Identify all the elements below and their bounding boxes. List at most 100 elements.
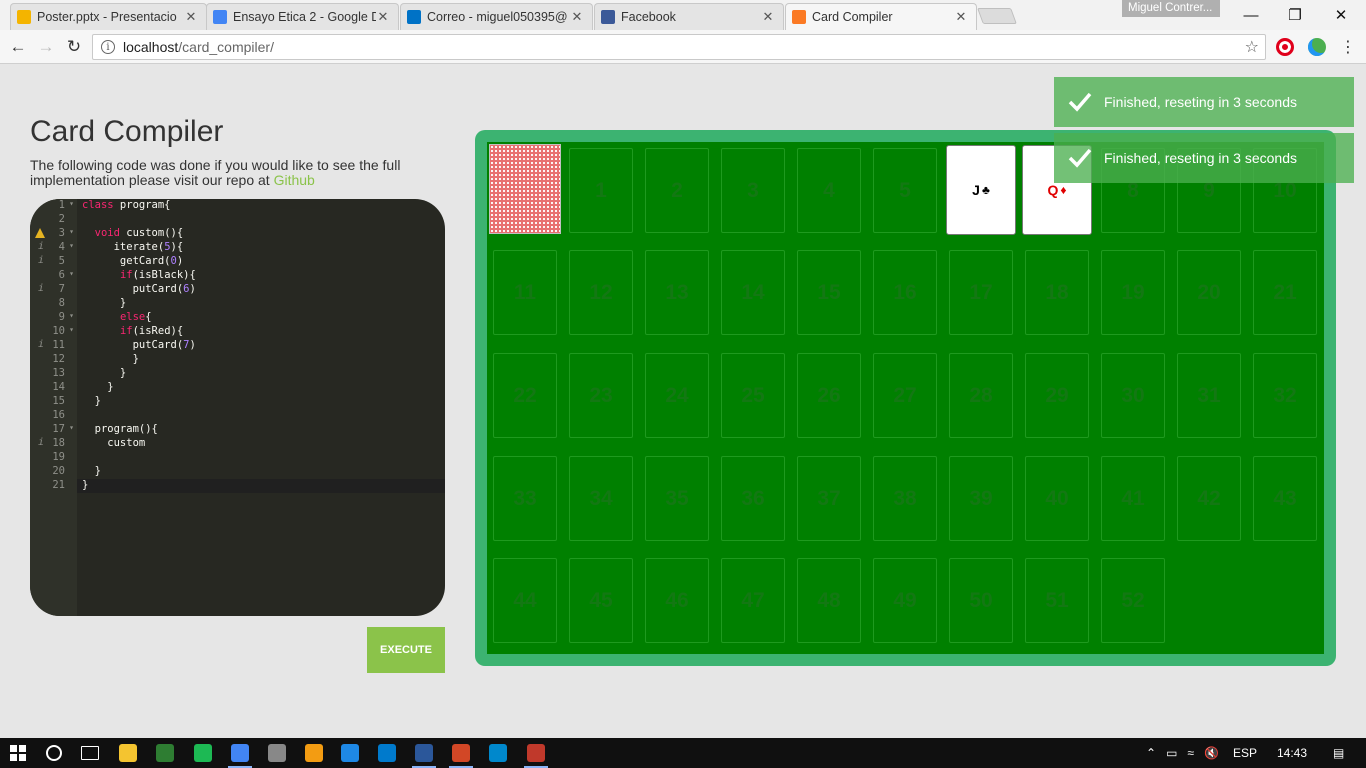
card-slot[interactable]: 48 [797,558,861,643]
card-slot[interactable]: 31 [1177,353,1241,438]
card-slot[interactable]: 35 [645,456,709,541]
fold-toggle-icon[interactable]: ▾ [69,241,74,250]
code-line[interactable]: custom [82,437,145,451]
card-slot[interactable]: 46 [645,558,709,643]
gutter-line[interactable]: 17 ▾ [30,423,77,437]
bookmark-star-icon[interactable]: ☆ [1245,37,1259,57]
tab-close-icon[interactable]: ✕ [184,9,198,25]
card-slot[interactable]: 39 [949,456,1013,541]
code-line[interactable]: } [82,353,139,367]
card-slot[interactable]: 22 [493,353,557,438]
windows-start-icon[interactable] [10,745,26,761]
info-icon[interactable]: i [101,40,115,54]
code-line[interactable]: else{ [82,311,152,325]
code-editor[interactable]: 1 ▾ 2 3 ▾ 4 ▾ i 5 i 6 ▾ 7 i 8 9 ▾ 10 ▾ 11 i 12 13 14 15 16 17 ▾ 18 i 1… [30,199,445,616]
card-slot[interactable]: 3 [721,148,785,233]
card-slot[interactable]: 24 [645,353,709,438]
gutter-line[interactable]: 8 [30,297,77,311]
card-slot[interactable]: 20 [1177,250,1241,335]
gutter-line[interactable]: 11 i [30,339,77,353]
wifi-icon[interactable]: ≈ [1187,746,1194,760]
card-slot[interactable]: 33 [493,456,557,541]
card-slot[interactable]: 49 [873,558,937,643]
tab-3[interactable]: Correo - miguel050395@ ✕ [400,3,593,30]
fold-toggle-icon[interactable]: ▾ [69,325,74,334]
address-bar[interactable]: i localhost/card_compiler/ ☆ [92,34,1266,60]
code-line[interactable]: } [82,367,126,381]
code-line[interactable]: if(isRed){ [82,325,183,339]
file-explorer-icon[interactable] [119,744,137,762]
playing-card[interactable]: J ♣ [946,145,1016,235]
card-slot[interactable]: 41 [1101,456,1165,541]
vscode-icon[interactable] [378,744,396,762]
card-slot[interactable]: 44 [493,558,557,643]
card-slot[interactable]: 47 [721,558,785,643]
code-line[interactable]: void custom(){ [82,227,184,241]
battery-icon[interactable]: ▭ [1166,746,1177,760]
minimize-icon[interactable]: — [1228,0,1274,30]
chrome-icon[interactable] [231,744,249,762]
card-slot[interactable]: 11 [493,250,557,335]
card-slot[interactable]: 1 [569,148,633,233]
card-slot[interactable]: 14 [721,250,785,335]
tab-4[interactable]: Facebook ✕ [594,3,784,30]
menu-icon[interactable]: ⋮ [1336,35,1360,59]
volume-muted-icon[interactable]: 🔇 [1204,746,1219,760]
card-slot[interactable]: 12 [569,250,633,335]
card-slot[interactable]: 30 [1101,353,1165,438]
code-line[interactable]: if(isBlack){ [82,269,196,283]
code-line[interactable]: } [82,395,101,409]
reload-icon[interactable]: ↻ [62,35,86,59]
task-view-icon[interactable] [81,746,99,760]
card-slot[interactable]: 13 [645,250,709,335]
fold-toggle-icon[interactable]: ▾ [69,423,74,432]
fold-toggle-icon[interactable]: ▾ [69,227,74,236]
gutter-line[interactable]: 6 ▾ [30,269,77,283]
search-icon[interactable] [46,745,62,761]
execute-button[interactable]: EXECUTE [367,627,445,673]
card-slot[interactable]: 45 [569,558,633,643]
card-slot[interactable]: 40 [1025,456,1089,541]
card-slot[interactable]: 15 [797,250,861,335]
gutter-line[interactable]: 9 ▾ [30,311,77,325]
code-line[interactable]: } [82,381,113,395]
card-slot[interactable]: 37 [797,456,861,541]
opera-extension-icon[interactable] [1276,38,1294,56]
gutter-line[interactable]: 2 [30,213,77,227]
card-slot[interactable]: 51 [1025,558,1089,643]
code-line[interactable]: iterate(5){ [82,241,184,255]
code-line[interactable]: } [82,297,126,311]
spotify-icon[interactable] [194,744,212,762]
card-deck[interactable] [489,144,561,234]
card-slot[interactable]: 34 [569,456,633,541]
tab-2[interactable]: Ensayo Etica 2 - Google D ✕ [206,3,399,30]
card-slot[interactable]: 52 [1101,558,1165,643]
card-slot[interactable]: 28 [949,353,1013,438]
card-slot[interactable]: 29 [1025,353,1089,438]
card-slot[interactable]: 32 [1253,353,1317,438]
close-window-icon[interactable]: ✕ [1318,0,1364,30]
card-slot[interactable]: 26 [797,353,861,438]
gutter-line[interactable]: 1 ▾ [30,199,77,213]
card-slot[interactable]: 23 [569,353,633,438]
code-line[interactable]: } [82,465,101,479]
gutter-line[interactable]: 16 [30,409,77,423]
profile-button[interactable]: Miguel Contrer... [1122,0,1220,17]
card-slot[interactable]: 4 [797,148,861,233]
tab-close-icon[interactable]: ✕ [570,9,584,25]
code-line[interactable]: putCard(7) [82,339,196,353]
card-slot[interactable]: 2 [645,148,709,233]
card-slot[interactable]: 38 [873,456,937,541]
powershell-icon[interactable] [341,744,359,762]
card-slot[interactable]: 36 [721,456,785,541]
gutter-line[interactable]: 5i [30,255,77,269]
card-slot[interactable]: 5 [873,148,937,233]
tab-close-icon[interactable]: ✕ [376,9,390,25]
code-line[interactable]: program(){ [82,423,158,437]
gutter-line[interactable]: 14 [30,381,77,395]
gutter-line[interactable]: 7i [30,283,77,297]
gutter-line[interactable]: 13 [30,367,77,381]
code-line[interactable]: putCard(6) [82,283,196,297]
card-slot[interactable]: 25 [721,353,785,438]
card-slot[interactable]: 43 [1253,456,1317,541]
